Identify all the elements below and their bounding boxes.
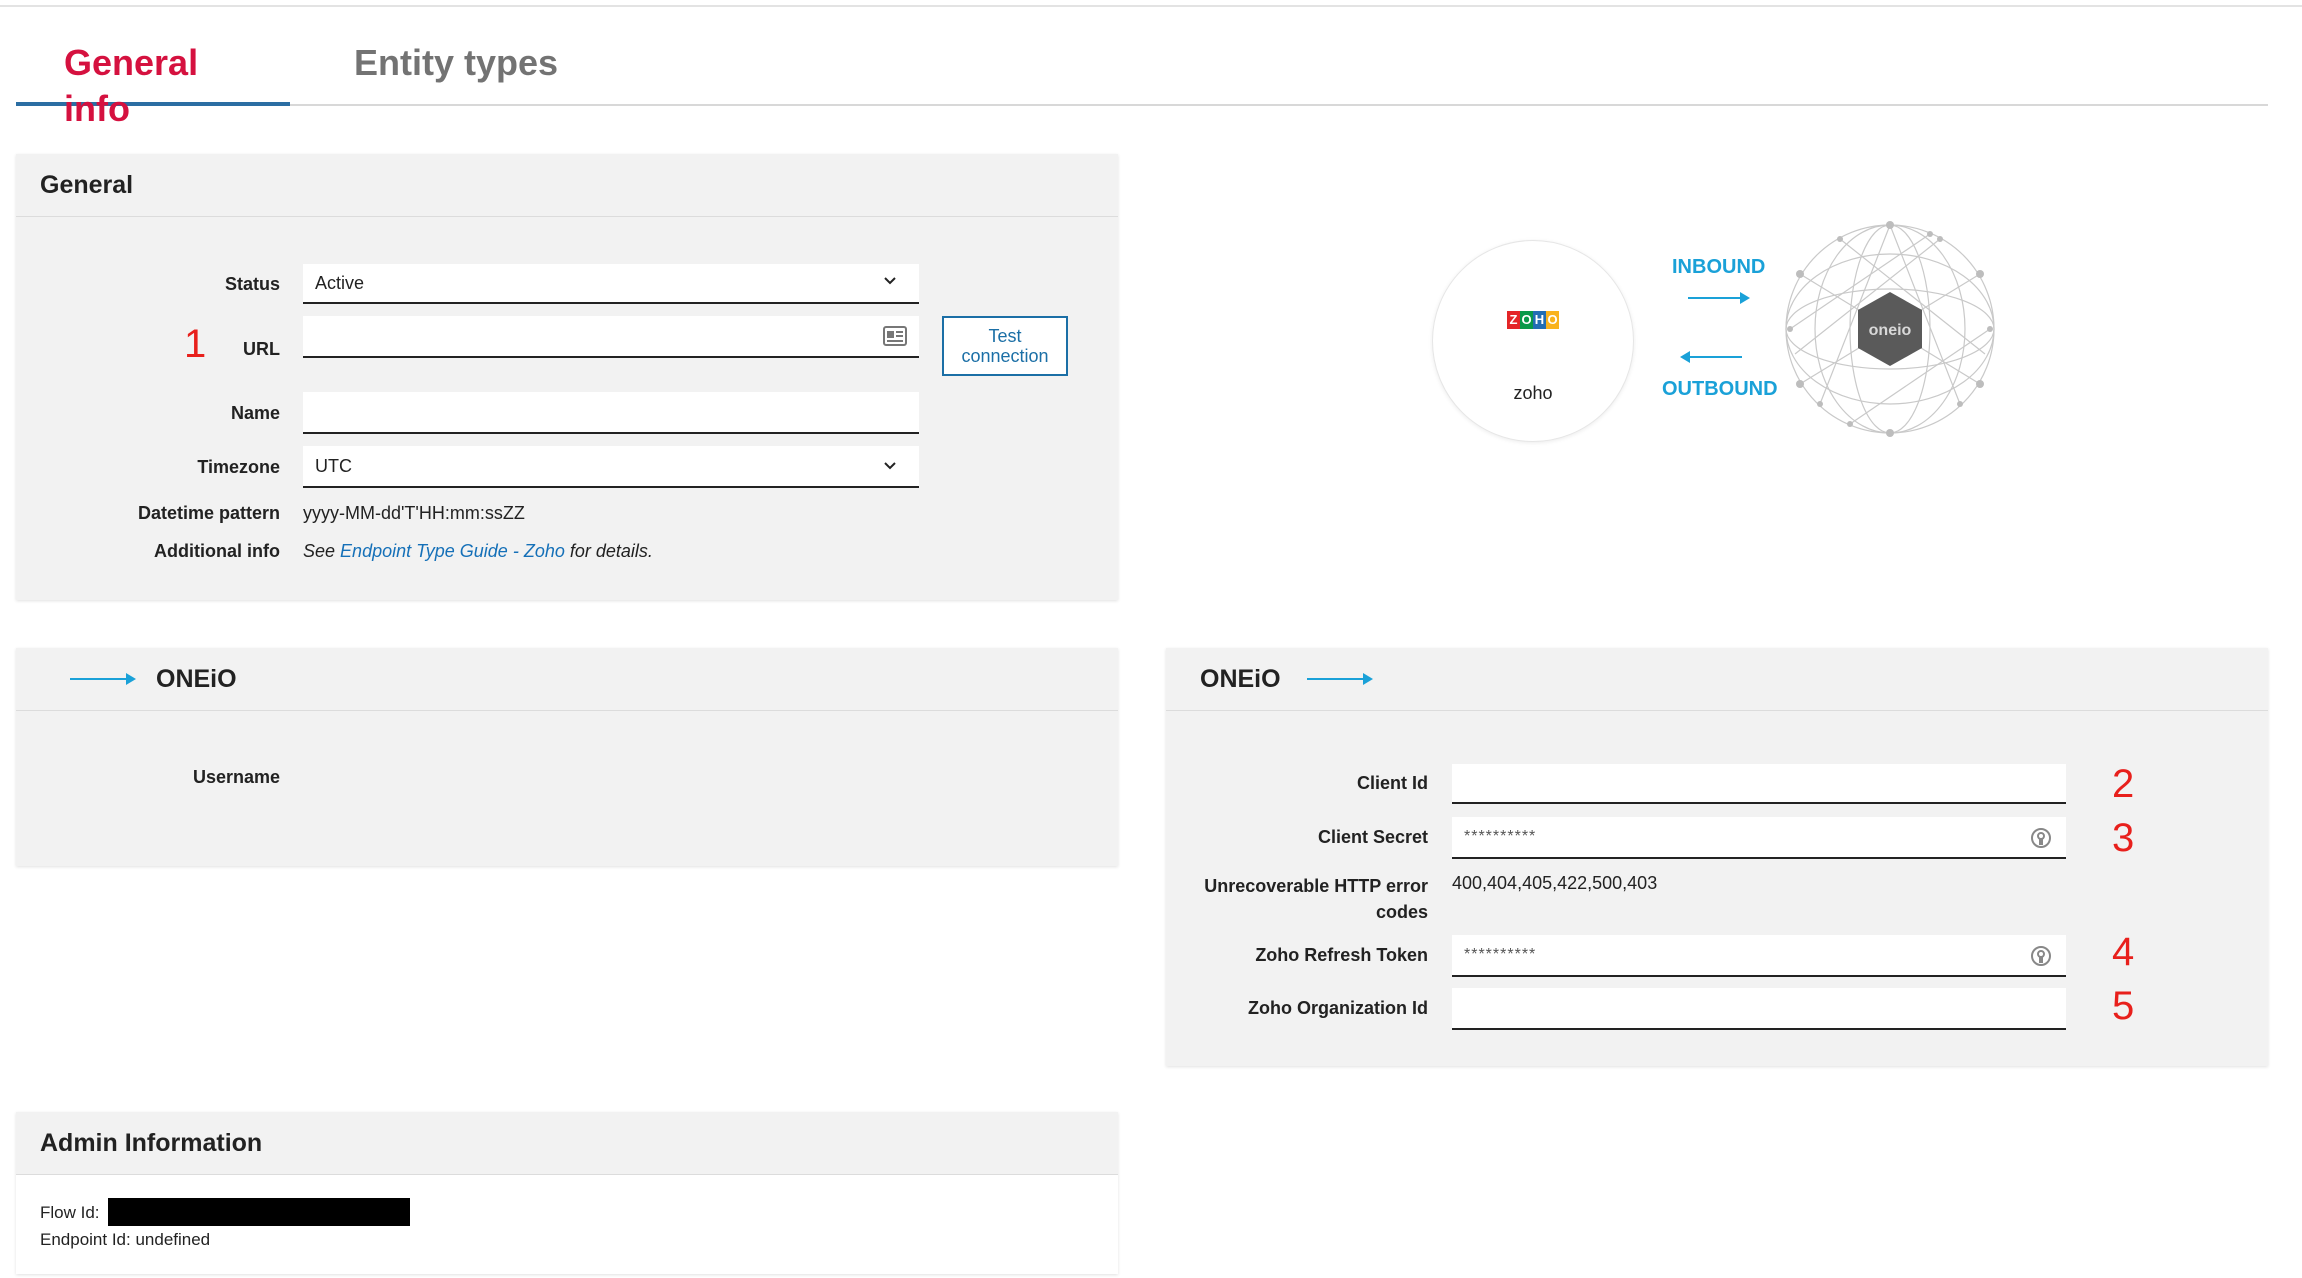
- contact-card-icon[interactable]: [883, 326, 907, 346]
- endpoint-guide-link[interactable]: Endpoint Type Guide - Zoho: [340, 541, 565, 561]
- url-input[interactable]: [303, 316, 919, 358]
- svg-text:oneio: oneio: [1869, 322, 1912, 339]
- outbound-panel-title: ONEiO: [1200, 664, 1281, 693]
- inbound-panel: ONEiO: [16, 648, 1118, 866]
- client-id-label: Client Id: [1357, 773, 1428, 793]
- outbound-label: OUTBOUND: [1662, 378, 1778, 400]
- redacted-flow-id: [108, 1198, 410, 1226]
- datetime-pattern-value: yyyy-MM-dd'T'HH:mm:ssZZ: [303, 503, 525, 523]
- name-label: Name: [230, 403, 280, 423]
- client-id-input[interactable]: [1452, 764, 2066, 804]
- flow-id-label: Flow Id:: [40, 1203, 100, 1222]
- inbound-arrow-icon: [70, 672, 136, 686]
- zoho-circle: Z O H O zoho: [1432, 240, 1634, 442]
- tab-bar: General info Entity types: [16, 30, 2268, 129]
- http-error-codes-value: 400,404,405,422,500,403: [1452, 873, 1658, 893]
- timezone-label: Timezone: [197, 457, 280, 477]
- username-label: Username: [192, 767, 280, 787]
- datetime-pattern-label: Datetime pattern: [137, 503, 280, 523]
- client-secret-input[interactable]: **********: [1452, 817, 2066, 859]
- additional-info-value: See Endpoint Type Guide - Zoho for detai…: [303, 541, 653, 561]
- client-secret-label: Client Secret: [1317, 827, 1428, 847]
- zoho-organization-id-label: Zoho Organization Id: [1248, 998, 1428, 1018]
- general-panel: General: [16, 154, 1118, 600]
- status-value: Active: [315, 272, 365, 293]
- inbound-panel-title: ONEiO: [156, 664, 237, 693]
- chevron-down-icon: [884, 277, 896, 285]
- zoho-logo: Z O H O: [1507, 311, 1559, 329]
- tab-general-info[interactable]: General info: [16, 40, 290, 129]
- annotation-2: 2: [2112, 762, 2135, 806]
- timezone-value: UTC: [315, 455, 352, 476]
- outbound-arrow-icon: [1306, 672, 1373, 686]
- general-panel-title: General: [16, 154, 1118, 217]
- flow-diagram: Z O H O zoho INBOUND OUTBOUND oneio: [1420, 210, 2020, 460]
- annotation-3: 3: [2112, 816, 2135, 860]
- status-label: Status: [224, 274, 280, 294]
- zoho-label: zoho: [1513, 383, 1553, 403]
- annotation-4: 4: [2112, 930, 2135, 974]
- admin-panel-title: Admin Information: [16, 1112, 1118, 1175]
- oneio-globe-icon: oneio: [1785, 221, 1995, 437]
- annotation-5: 5: [2112, 984, 2135, 1028]
- http-error-codes-label: Unrecoverable HTTP error codes: [1204, 876, 1428, 922]
- tab-entity-types[interactable]: Entity types: [306, 40, 606, 102]
- additional-info-label: Additional info: [154, 541, 280, 561]
- endpoint-id-text: Endpoint Id: undefined: [40, 1230, 211, 1249]
- url-label: URL: [243, 339, 280, 359]
- zoho-organization-id-input[interactable]: [1452, 988, 2066, 1030]
- inbound-label: INBOUND: [1672, 256, 1766, 278]
- zoho-refresh-token-label: Zoho Refresh Token: [1255, 945, 1428, 965]
- zoho-refresh-token-input[interactable]: **********: [1452, 935, 2066, 977]
- test-connection-button[interactable]: Test connection: [942, 316, 1068, 376]
- inbound-arrow: [1688, 297, 1740, 299]
- show-password-icon[interactable]: [2030, 827, 2052, 849]
- chevron-down-icon: [884, 462, 896, 470]
- show-password-icon[interactable]: [2030, 945, 2052, 967]
- timezone-select[interactable]: UTC: [303, 446, 919, 488]
- name-input[interactable]: [303, 392, 919, 434]
- status-select[interactable]: Active: [303, 264, 919, 304]
- outbound-arrow: [1690, 356, 1742, 358]
- top-border: [0, 0, 2302, 7]
